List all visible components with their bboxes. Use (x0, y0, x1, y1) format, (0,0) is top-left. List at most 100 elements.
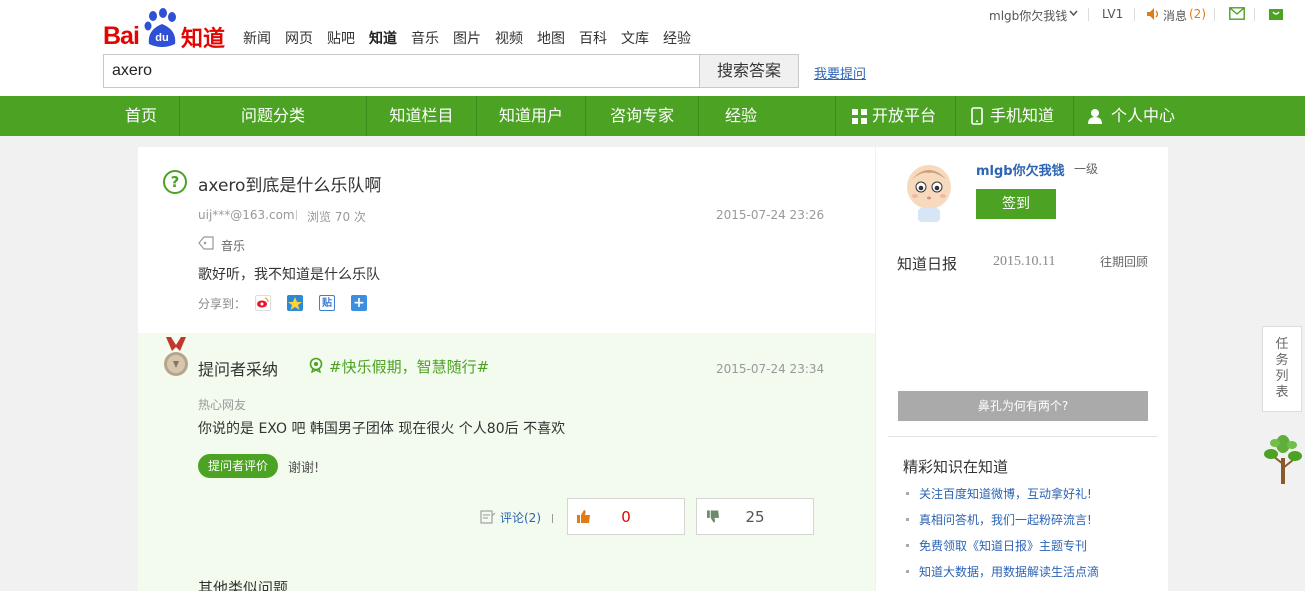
featured-item[interactable]: 知道大数据，用数据解读生活点滴 (906, 563, 1099, 589)
sidebar-user-name[interactable]: mlgb你欠我钱 (976, 160, 1065, 179)
featured-item[interactable]: 关注百度知道微博，互动拿好礼! (906, 485, 1099, 511)
gnav-personal-center[interactable]: 个人中心 (1111, 96, 1183, 136)
more-share-icon[interactable]: + (351, 295, 367, 311)
messages-count: (2) (1189, 7, 1206, 21)
divider (835, 96, 836, 136)
nav-map[interactable]: 地图 (537, 28, 565, 48)
header: Bai du 知道 新闻 网页 贴吧 知道 音乐 图片 视频 地图 百科 文库 … (0, 0, 1305, 96)
daily-headline[interactable]: 鼻孔为何有两个? (898, 391, 1148, 421)
nav-images[interactable]: 图片 (453, 28, 481, 48)
divider (955, 96, 956, 136)
sidebar: mlgb你欠我钱 一级 签到 知道日报 2015.10.11 往期回顾 鼻孔为何… (876, 147, 1168, 591)
user-level[interactable]: LV1 (1102, 7, 1123, 21)
daily-title: 知道日报 (897, 255, 958, 273)
question-body: 歌好听，我不知道是什么乐队 (198, 267, 380, 283)
shopping-bag-icon[interactable] (1268, 6, 1284, 21)
nav-wenku[interactable]: 文库 (621, 28, 649, 48)
promo-link[interactable]: #快乐假期，智慧随行# (329, 356, 489, 377)
question-mark-icon: ? (163, 170, 187, 194)
nav-web[interactable]: 网页 (285, 28, 313, 48)
question-tag[interactable]: 音乐 (221, 237, 245, 254)
share-label: 分享到： (198, 297, 247, 311)
nav-zhidao[interactable]: 知道 (369, 28, 397, 48)
question-date: 2015-07-24 23:26 (716, 208, 825, 222)
user-icon (1088, 109, 1102, 124)
divider (1214, 8, 1215, 21)
daily-past-link[interactable]: 往期回顾 (1100, 253, 1148, 270)
speaker-icon[interactable] (1146, 7, 1160, 21)
view-count: 浏览 70 次 (307, 210, 366, 224)
divider (1073, 96, 1074, 136)
featured-title: 精彩知识在知道 (903, 458, 1009, 476)
nav-news[interactable]: 新闻 (243, 28, 271, 48)
grid-icon (852, 109, 867, 124)
asker-name[interactable]: uij***@163.com (198, 208, 295, 222)
answer-author: 热心网友 (198, 398, 247, 412)
ask-question-link[interactable]: 我要提问 (814, 63, 866, 82)
gnav-open-platform[interactable]: 开放平台 (872, 96, 944, 136)
mail-icon[interactable] (1229, 7, 1245, 20)
sign-in-button[interactable]: 签到 (976, 189, 1056, 219)
gnav-mobile[interactable]: 手机知道 (990, 96, 1062, 136)
answer-date: 2015-07-24 23:34 (716, 362, 825, 376)
tag-icon (198, 236, 214, 250)
featured-item[interactable]: 真相问答机，我们一起粉碎流言! (906, 511, 1099, 537)
baidu-paw-icon: du (144, 8, 176, 47)
gnav-experts[interactable]: 咨询专家 (586, 96, 698, 136)
nav-baike[interactable]: 百科 (579, 28, 607, 48)
divider (552, 514, 553, 523)
asker-eval-text: 谢谢! (288, 461, 320, 476)
top-nav: 新闻 网页 贴吧 知道 音乐 图片 视频 地图 百科 文库 经验 (243, 28, 705, 48)
nav-music[interactable]: 音乐 (411, 28, 439, 48)
downvote-count: 25 (745, 508, 765, 526)
featured-list: 关注百度知道微博，互动拿好礼! 真相问答机，我们一起粉碎流言! 免费领取《知道日… (906, 485, 1099, 589)
comment-icon[interactable] (480, 510, 496, 524)
logo-product-text: 知道 (181, 27, 226, 52)
question-title: axero到底是什么乐队啊 (198, 176, 382, 196)
similar-questions-title: 其他类似问题 (198, 579, 289, 591)
search-input[interactable]: axero (103, 54, 700, 88)
tree-icon[interactable] (1263, 434, 1303, 484)
sidebar-user-level: 一级 (1074, 162, 1099, 176)
best-answer-panel: 提问者采纳 #快乐假期，智慧随行# 2015-07-24 23:34 热心网友 … (138, 333, 875, 591)
baidu-zhidao-logo[interactable]: Bai du 知道 (103, 8, 226, 52)
task-list-label: 任务列表 (1275, 337, 1289, 400)
gnav-categories[interactable]: 问题分类 (180, 96, 366, 136)
gnav-jingyan[interactable]: 经验 (699, 96, 783, 136)
featured-item[interactable]: 免费领取《知道日报》主题专刊 (906, 537, 1099, 563)
daily-date: 2015.10.11 (993, 254, 1056, 269)
avatar[interactable] (904, 161, 954, 223)
search-answer-button[interactable]: 搜索答案 (699, 54, 799, 88)
nav-tieba[interactable]: 贴吧 (327, 28, 355, 48)
chevron-down-icon[interactable] (1069, 10, 1078, 17)
divider (1134, 8, 1135, 21)
upvote-count: 0 (621, 508, 631, 526)
messages-link[interactable]: 消息 (1163, 7, 1187, 24)
gnav-users[interactable]: 知道用户 (477, 96, 585, 136)
upvote-button[interactable]: 0 (567, 498, 685, 535)
tieba-share-icon[interactable]: 贴 (319, 295, 335, 311)
answer-body: 你说的是 EXO 吧 韩国男子团体 现在很火 个人80后 不喜欢 (198, 421, 566, 437)
svg-text:du: du (155, 32, 168, 44)
weibo-share-icon[interactable] (255, 295, 271, 311)
nav-jingyan[interactable]: 经验 (663, 28, 691, 48)
divider (1057, 163, 1058, 174)
mobile-phone-icon (971, 107, 983, 125)
nav-video[interactable]: 视频 (495, 28, 523, 48)
user-menu-name[interactable]: mlgb你欠我钱 (989, 7, 1067, 24)
answer-title: 提问者采纳 (198, 360, 279, 379)
divider (1254, 8, 1255, 21)
task-list-button[interactable]: 任务列表 (1262, 326, 1302, 412)
gnav-home[interactable]: 首页 (103, 96, 179, 136)
divider (1088, 8, 1089, 21)
gnav-columns[interactable]: 知道栏目 (367, 96, 476, 136)
question-panel: ? axero到底是什么乐队啊 uij***@163.com 浏览 70 次 2… (138, 147, 875, 333)
comment-link[interactable]: 评论(2) (500, 509, 541, 526)
downvote-button[interactable]: 25 (696, 498, 814, 535)
medal-icon (164, 337, 188, 376)
divider (296, 210, 297, 220)
asker-eval-badge: 提问者评价 (198, 454, 278, 478)
qzone-share-icon[interactable] (287, 295, 303, 311)
divider (888, 436, 1158, 437)
main-nav-bar: 首页 问题分类 知道栏目 知道用户 咨询专家 经验 开放平台 手机知道 个人中心 (0, 96, 1305, 136)
